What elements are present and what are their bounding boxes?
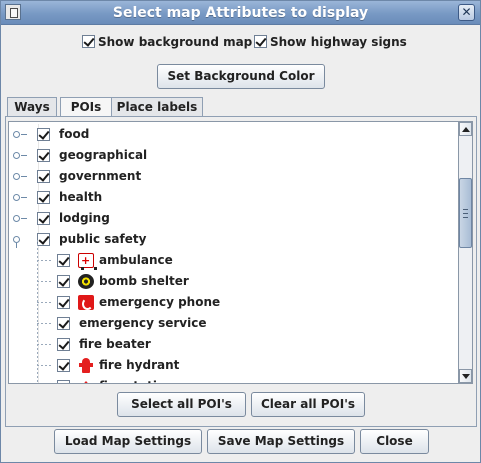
checkbox-check-icon[interactable]: [57, 317, 70, 330]
tree-item-label: food: [59, 127, 90, 141]
tree-item-fire-beater[interactable]: fire beater: [9, 334, 458, 355]
checkbox-check-icon[interactable]: [37, 149, 50, 162]
ambulance-icon: [78, 250, 97, 271]
tree-item-ambulance[interactable]: ambulance: [9, 250, 458, 271]
tree-connector-dash: [37, 344, 53, 345]
clear-all-pois-button[interactable]: Clear all POI's: [251, 392, 365, 417]
window-title: Select map Attributes to display: [112, 5, 369, 21]
tree-item-label: government: [59, 169, 142, 183]
tree-item-label: public safety: [59, 232, 147, 246]
tree-item-health[interactable]: health: [9, 187, 458, 208]
checkbox-check-icon[interactable]: [82, 35, 95, 48]
save-map-settings-button[interactable]: Save Map Settings: [207, 429, 355, 454]
expand-handle-icon[interactable]: [13, 152, 27, 159]
phone-icon: [78, 295, 94, 310]
tab-ways[interactable]: Ways: [7, 97, 57, 117]
tree-item-food[interactable]: food: [9, 124, 458, 145]
tree-item-label: fire hydrant: [99, 358, 180, 372]
tree-item-government[interactable]: government: [9, 166, 458, 187]
attributes-dialog: Select map Attributes to display ✕ Show …: [0, 0, 481, 463]
checkbox-check-icon[interactable]: [37, 212, 50, 225]
tree-item-label: health: [59, 190, 103, 204]
scroll-up-arrow-icon[interactable]: [459, 122, 472, 136]
tree-item-label: bomb shelter: [99, 274, 189, 288]
tree-connector-dash: [37, 260, 53, 261]
expand-handle-icon[interactable]: [13, 131, 27, 138]
tab-place-labels[interactable]: Place labels: [111, 97, 203, 117]
checkbox-check-icon[interactable]: [57, 296, 70, 309]
tree-item-emergency-phone[interactable]: emergency phone: [9, 292, 458, 313]
checkbox-check-icon[interactable]: [37, 170, 50, 183]
tree-item-bomb-shelter[interactable]: bomb shelter: [9, 271, 458, 292]
show-highway-signs-label: Show highway signs: [270, 35, 407, 49]
tab-pois[interactable]: POIs: [60, 97, 112, 118]
tree-item-label: fire station: [99, 376, 174, 383]
tree-connector-dash: [37, 365, 53, 366]
tree-item-label: ambulance: [99, 253, 173, 267]
show-background-map-checkbox[interactable]: Show background map: [82, 35, 252, 49]
show-background-map-label: Show background map: [98, 35, 253, 49]
tree-item-fire-station[interactable]: fire station: [9, 376, 458, 383]
checkbox-check-icon[interactable]: [37, 128, 50, 141]
tree-item-label: emergency service: [79, 316, 207, 330]
tree-item-geographical[interactable]: geographical: [9, 145, 458, 166]
checkbox-check-icon[interactable]: [37, 191, 50, 204]
checkbox-check-icon[interactable]: [37, 233, 50, 246]
scroll-down-arrow-icon[interactable]: [459, 369, 472, 383]
show-highway-signs-checkbox[interactable]: Show highway signs: [254, 35, 407, 49]
tree-item-label: lodging: [59, 211, 110, 225]
checkbox-check-icon[interactable]: [57, 380, 70, 383]
close-window-button[interactable]: ✕: [458, 4, 475, 21]
title-bar[interactable]: Select map Attributes to display ✕: [1, 1, 480, 25]
load-map-settings-button[interactable]: Load Map Settings: [54, 429, 202, 454]
expand-handle-icon[interactable]: [13, 215, 27, 222]
tree-connector-dash: [37, 281, 53, 282]
poi-tree[interactable]: food geographical government health lodg…: [8, 121, 459, 384]
poi-tree-scrollbar[interactable]: [459, 121, 473, 384]
tree-connector-dash: [37, 302, 53, 303]
checkbox-check-icon[interactable]: [57, 254, 70, 267]
radiation-icon: [78, 274, 94, 289]
tree-item-label: geographical: [59, 148, 148, 162]
tree-item-label: fire beater: [79, 337, 151, 351]
checkbox-check-icon[interactable]: [57, 359, 70, 372]
checkbox-check-icon[interactable]: [57, 275, 70, 288]
set-background-color-button[interactable]: Set Background Color: [157, 64, 325, 89]
tree-item-emergency-service[interactable]: emergency service: [9, 313, 458, 334]
tree-item-fire-hydrant[interactable]: fire hydrant: [9, 355, 458, 376]
collapse-handle-icon[interactable]: [13, 236, 20, 248]
tree-connector-dash: [37, 323, 53, 324]
fire-station-icon: [78, 379, 94, 383]
tree-item-lodging[interactable]: lodging: [9, 208, 458, 229]
checkbox-check-icon[interactable]: [254, 35, 267, 48]
tree-item-public-safety[interactable]: public safety: [9, 229, 458, 250]
close-button[interactable]: Close: [360, 429, 429, 454]
hydrant-icon: [78, 358, 94, 373]
tree-item-label: emergency phone: [99, 295, 221, 309]
scrollbar-thumb[interactable]: [459, 178, 472, 248]
expand-handle-icon[interactable]: [13, 173, 27, 180]
checkbox-check-icon[interactable]: [57, 338, 70, 351]
select-all-pois-button[interactable]: Select all POI's: [117, 392, 246, 417]
expand-handle-icon[interactable]: [13, 194, 27, 201]
